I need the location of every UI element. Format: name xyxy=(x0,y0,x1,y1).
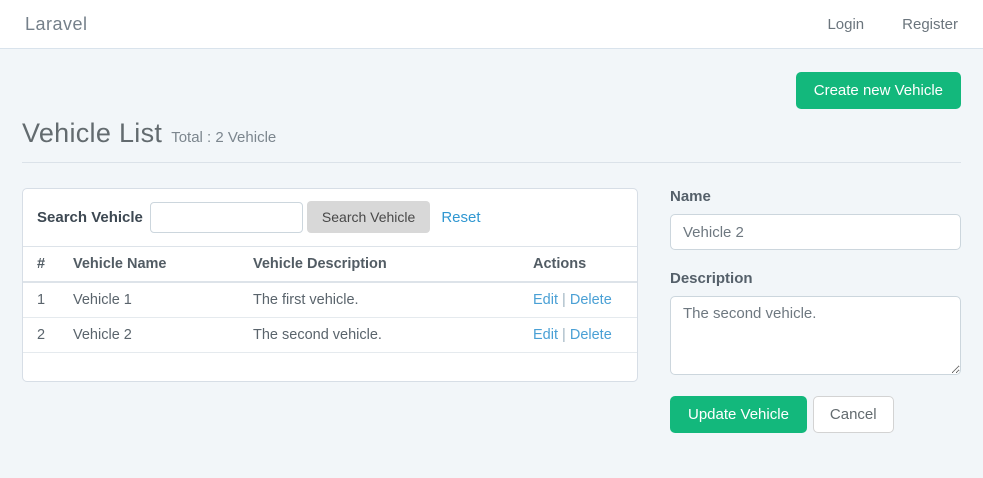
actions-separator: | xyxy=(562,327,566,343)
actions-separator: | xyxy=(562,292,566,308)
name-field[interactable] xyxy=(670,214,961,250)
description-label: Description xyxy=(670,270,961,287)
row-actions: Edit | Delete xyxy=(523,282,637,318)
cancel-button[interactable]: Cancel xyxy=(813,396,894,433)
navbar: Laravel Login Register xyxy=(0,0,983,49)
total-count-label: Total : 2 Vehicle xyxy=(171,129,276,146)
table-header-row: # Vehicle Name Vehicle Description Actio… xyxy=(23,247,637,283)
register-link[interactable]: Register xyxy=(902,16,958,33)
row-vehicle-description: The first vehicle. xyxy=(243,282,523,318)
create-row: Create new Vehicle xyxy=(22,72,961,109)
table-row: 2 Vehicle 2 The second vehicle. Edit | D… xyxy=(23,318,637,353)
header-index: # xyxy=(23,247,63,283)
create-new-vehicle-button[interactable]: Create new Vehicle xyxy=(796,72,961,109)
row-vehicle-name: Vehicle 1 xyxy=(63,282,243,318)
edit-link[interactable]: Edit xyxy=(533,292,558,308)
page-container: Create new Vehicle Vehicle List Total : … xyxy=(0,72,983,433)
edit-link[interactable]: Edit xyxy=(533,327,558,343)
row-actions: Edit | Delete xyxy=(523,318,637,353)
header-vehicle-name: Vehicle Name xyxy=(63,247,243,283)
main-area: Search Vehicle Search Vehicle Reset # Ve… xyxy=(22,188,961,433)
reset-link[interactable]: Reset xyxy=(441,209,480,226)
table-row: 1 Vehicle 1 The first vehicle. Edit | De… xyxy=(23,282,637,318)
heading-divider xyxy=(22,162,961,163)
nav-links: Login Register xyxy=(827,16,958,33)
header-actions: Actions xyxy=(523,247,637,283)
page-title: Vehicle List xyxy=(22,118,162,149)
vehicle-table: # Vehicle Name Vehicle Description Actio… xyxy=(23,246,637,353)
search-form: Search Vehicle Search Vehicle Reset xyxy=(23,189,637,246)
heading-row: Vehicle List Total : 2 Vehicle xyxy=(22,118,961,149)
search-button[interactable]: Search Vehicle xyxy=(307,201,430,233)
search-input[interactable] xyxy=(150,202,303,233)
header-vehicle-description: Vehicle Description xyxy=(243,247,523,283)
delete-link[interactable]: Delete xyxy=(570,327,612,343)
edit-vehicle-form: Name Description The second vehicle. Upd… xyxy=(670,188,961,433)
brand-logo[interactable]: Laravel xyxy=(25,14,88,35)
name-label: Name xyxy=(670,188,961,205)
delete-link[interactable]: Delete xyxy=(570,292,612,308)
row-vehicle-description: The second vehicle. xyxy=(243,318,523,353)
row-vehicle-name: Vehicle 2 xyxy=(63,318,243,353)
update-vehicle-button[interactable]: Update Vehicle xyxy=(670,396,807,433)
vehicle-list-card: Search Vehicle Search Vehicle Reset # Ve… xyxy=(22,188,638,382)
row-index: 1 xyxy=(23,282,63,318)
login-link[interactable]: Login xyxy=(827,16,864,33)
search-label: Search Vehicle xyxy=(37,209,143,226)
description-field[interactable]: The second vehicle. xyxy=(670,296,961,375)
form-buttons: Update Vehicle Cancel xyxy=(670,396,961,433)
row-index: 2 xyxy=(23,318,63,353)
